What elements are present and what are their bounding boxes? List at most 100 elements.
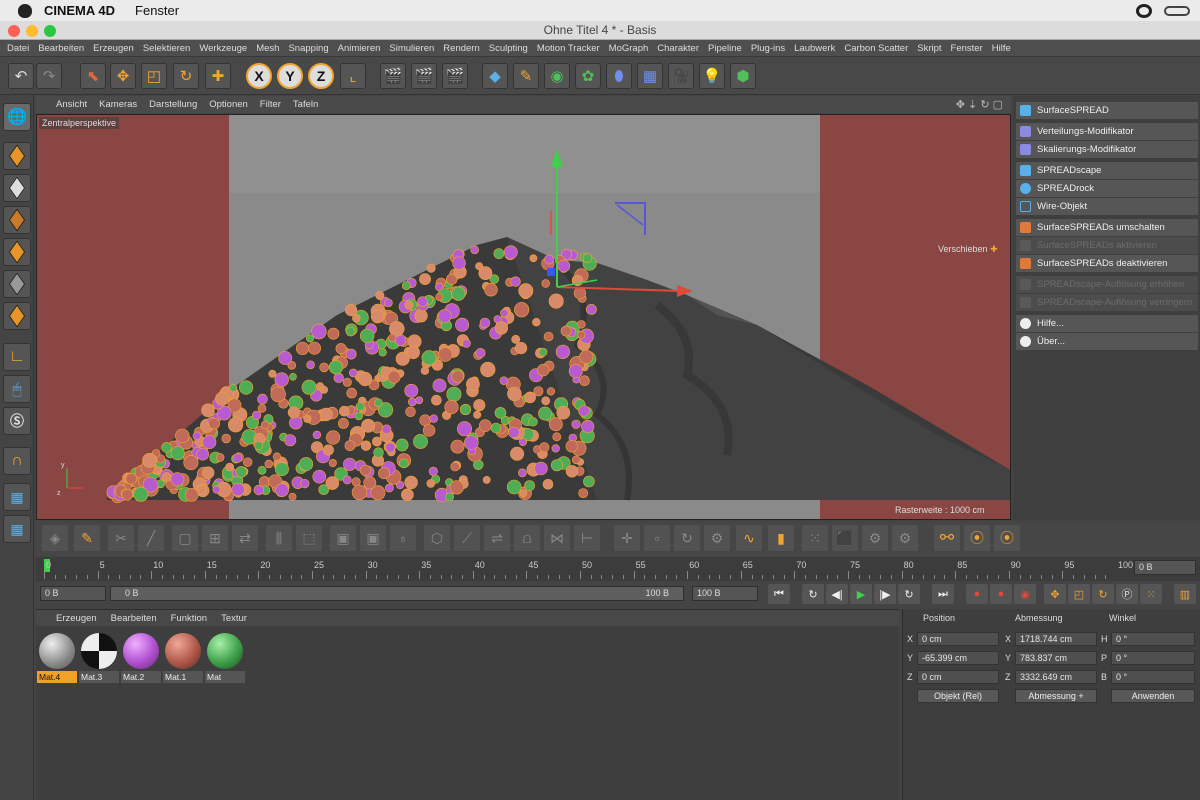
viewport-menu-darstellung[interactable]: Darstellung [149, 99, 197, 110]
current-frame-field[interactable]: 0 B [1134, 560, 1196, 575]
edges-mode-icon[interactable] [3, 270, 31, 298]
polygons-mode-icon[interactable] [3, 302, 31, 330]
window-menu[interactable]: Fenster [135, 3, 179, 18]
menu-motion-tracker[interactable]: Motion Tracker [534, 43, 606, 54]
cube-object-icon[interactable]: ◆ [482, 63, 508, 89]
apple-icon[interactable] [18, 3, 32, 18]
subdivision-icon[interactable]: ◉ [544, 63, 570, 89]
loop-forward-icon[interactable]: ↻ [898, 584, 920, 604]
spin-icon[interactable]: ↻ [674, 525, 700, 551]
size-z-field[interactable]: 3332.649 cm [1015, 670, 1097, 684]
auto-key-icon[interactable]: ● [990, 584, 1012, 604]
material-mat3[interactable]: Mat.3 [79, 631, 119, 683]
menu-item-surfacespreads-umschalten[interactable]: SurfaceSPREADs umschalten [1016, 219, 1198, 236]
recent-tool-icon[interactable]: ✚ [205, 63, 231, 89]
parameter-key-icon[interactable]: Ⓟ [1116, 584, 1138, 604]
render-view-icon[interactable]: 🎬 [380, 63, 406, 89]
gear-icon[interactable]: ⚙ [862, 525, 888, 551]
light-icon[interactable]: 💡 [699, 63, 725, 89]
keyframe-selection-icon[interactable]: ◉ [1014, 584, 1036, 604]
model-mode-icon[interactable] [3, 142, 31, 170]
psr-keys-icon[interactable]: ⦿ [994, 525, 1020, 551]
pen-spline-icon[interactable]: ✎ [513, 63, 539, 89]
knife-icon[interactable]: ✂ [108, 525, 134, 551]
bridge-icon[interactable]: ⇄ [232, 525, 258, 551]
bar-tool-icon[interactable]: ▮ [768, 525, 794, 551]
material-mat4[interactable]: Mat.4 [37, 631, 77, 683]
magnet-tool-icon[interactable]: ⩍ [514, 525, 540, 551]
points-mode-icon[interactable] [3, 238, 31, 266]
cube-tool-icon[interactable]: ▣ [330, 525, 356, 551]
live-selection-icon[interactable]: ⬉ [80, 63, 106, 89]
rot-p-field[interactable]: 0 ° [1111, 651, 1195, 665]
workplane-icon[interactable] [3, 206, 31, 234]
menu-extra-icon[interactable] [1164, 5, 1190, 16]
pattern-icon[interactable]: ⁙ [802, 525, 828, 551]
step-forward-icon[interactable]: |▶ [874, 584, 896, 604]
box-icon[interactable]: ▢ [172, 525, 198, 551]
camera-icon[interactable]: 🎥 [668, 63, 694, 89]
slide-icon[interactable]: ⟋ [454, 525, 480, 551]
mesh-tool-icon[interactable]: ▣ [360, 525, 386, 551]
3d-viewport[interactable]: y z Zentralperspektive Verschieben ✚ Ras… [36, 114, 1011, 520]
start-frame-field[interactable]: 0 B [40, 586, 106, 601]
menu-selektieren[interactable]: Selektieren [140, 43, 197, 54]
menu-item-spreadscape[interactable]: SPREADscape [1016, 162, 1198, 179]
viewport-scene[interactable]: y z [37, 115, 1011, 520]
creative-cloud-icon[interactable] [1136, 3, 1152, 18]
axis-mode-icon[interactable]: ∟ [3, 343, 31, 371]
step-back-icon[interactable]: ◀| [826, 584, 848, 604]
point-level-icon[interactable]: ⁙ [1140, 584, 1162, 604]
z-axis-button[interactable]: Z [308, 63, 334, 89]
menu-item-wire-objekt[interactable]: Wire-Objekt [1016, 198, 1198, 215]
rotate-tool-icon[interactable]: ↻ [173, 63, 199, 89]
solid-icon[interactable]: ⬡ [424, 525, 450, 551]
snap-icon[interactable]: Ⓢ [3, 407, 31, 435]
array-icon[interactable]: ⫼ [266, 525, 292, 551]
cloner-icon[interactable]: ✿ [575, 63, 601, 89]
menu-item-spreadrock[interactable]: SPREADrock [1016, 180, 1198, 197]
menu-simulieren[interactable]: Simulieren [386, 43, 440, 54]
chain-icon[interactable]: ⚯ [934, 525, 960, 551]
menu-mograph[interactable]: MoGraph [606, 43, 655, 54]
coordinate-system-icon[interactable]: ⌞ [340, 63, 366, 89]
viewport-menu-optionen[interactable]: Optionen [209, 99, 248, 110]
lock-workplane-icon[interactable]: ▦ [3, 483, 31, 511]
rot-b-field[interactable]: 0 ° [1111, 670, 1195, 684]
square-tool-icon[interactable]: ▫ [644, 525, 670, 551]
material-mat2[interactable]: Mat.2 [121, 631, 161, 683]
redo-icon[interactable]: ↷ [36, 63, 62, 89]
coordinate-mode-select[interactable]: Objekt (Rel) [917, 689, 999, 703]
grid-snap-icon[interactable]: ▦ [3, 515, 31, 543]
render-picture-viewer-icon[interactable]: 🎬 [411, 63, 437, 89]
scale-tool-icon[interactable]: ◰ [141, 63, 167, 89]
undo-icon[interactable]: ↶ [8, 63, 34, 89]
menu-item-ueber[interactable]: Über... [1016, 333, 1198, 350]
fill-icon[interactable]: ⬛ [832, 525, 858, 551]
menu-bearbeiten[interactable]: Bearbeiten [35, 43, 90, 54]
menu-item-surfacespread[interactable]: SurfaceSPREAD [1016, 102, 1198, 119]
menu-sculpting[interactable]: Sculpting [486, 43, 534, 54]
timeline-ruler[interactable]: 0 5 10 15 20 25 30 35 40 45 50 55 60 65 70 75 80 85 90 95 10… [44, 557, 1133, 579]
menu-animieren[interactable]: Animieren [335, 43, 387, 54]
weld-icon[interactable]: ⬚ [296, 525, 322, 551]
play-icon[interactable]: ▶ [850, 584, 872, 604]
viewport-nav-icons[interactable]: ✥ ⇣ ↻ ▢ [956, 98, 1003, 111]
zoom-window-button[interactable] [44, 25, 56, 37]
position-key-icon[interactable]: ✥ [1044, 584, 1066, 604]
viewport-menu-filter[interactable]: Filter [260, 99, 281, 110]
y-axis-button[interactable]: Y [277, 63, 303, 89]
size-y-field[interactable]: 783.837 cm [1015, 651, 1097, 665]
menu-fenster[interactable]: Fenster [948, 43, 989, 54]
viewport-menu-ansicht[interactable]: Ansicht [56, 99, 87, 110]
menu-pipeline[interactable]: Pipeline [705, 43, 748, 54]
menu-item-surfacespreads-deaktivieren[interactable]: SurfaceSPREADs deaktivieren [1016, 255, 1198, 272]
move-tool-icon[interactable]: ✥ [110, 63, 136, 89]
apply-button[interactable]: Anwenden [1111, 689, 1195, 703]
material-mat1[interactable]: Mat.1 [163, 631, 203, 683]
menu-charakter[interactable]: Charakter [654, 43, 705, 54]
render-settings-icon[interactable]: 🎬 [442, 63, 468, 89]
record-keys-icon[interactable]: ● [966, 584, 988, 604]
menu-hilfe[interactable]: Hilfe [989, 43, 1017, 54]
sculpt-icon[interactable]: ♁ [390, 525, 416, 551]
